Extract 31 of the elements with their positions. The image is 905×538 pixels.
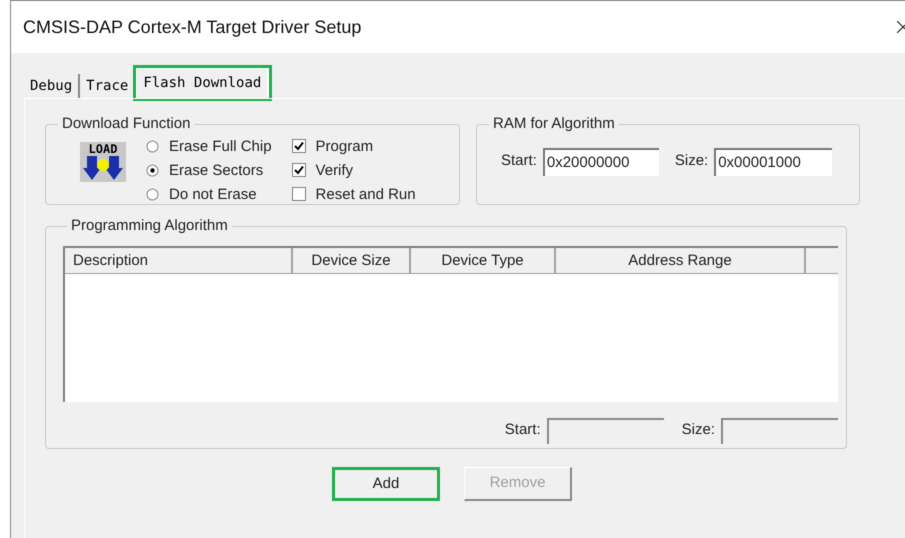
tab[interactable]: Flash Download: [136, 68, 270, 98]
radio-label[interactable]: Erase Full Chip: [169, 136, 272, 156]
checkbox-label[interactable]: Verify: [316, 160, 354, 180]
column-header[interactable]: Device Size: [293, 248, 411, 274]
field-label: Size:: [682, 420, 715, 440]
checkbox[interactable]: [292, 187, 306, 201]
checkbox[interactable]: [292, 139, 306, 153]
dialog-button[interactable]: Add: [332, 467, 440, 501]
radio-label[interactable]: Do not Erase: [169, 184, 257, 204]
group-title: Download Function: [61, 114, 192, 134]
window-title: CMSIS-DAP Cortex-M Target Driver Setup: [23, 16, 362, 39]
column-header[interactable]: Description: [65, 248, 293, 274]
radio-button[interactable]: [146, 188, 159, 200]
field-label: Start:: [504, 420, 541, 440]
input-field[interactable]: 0x00001000: [714, 148, 832, 176]
close-icon[interactable]: [897, 21, 905, 33]
input-field[interactable]: 0x20000000: [542, 148, 659, 176]
column-header[interactable]: Device Type: [411, 248, 556, 274]
radio-button[interactable]: [146, 140, 159, 152]
checkbox[interactable]: [292, 163, 306, 177]
column-header[interactable]: Address Range: [556, 248, 806, 274]
field-label: Size:: [674, 151, 708, 172]
group-title: RAM for Algorithm: [492, 114, 616, 134]
field-label: Start:: [501, 151, 537, 172]
load-icon: LOAD: [80, 142, 126, 182]
radio-button[interactable]: [146, 164, 159, 176]
checkbox-label[interactable]: Reset and Run: [316, 184, 416, 204]
tab[interactable]: Debug: [24, 74, 80, 98]
group-title: Programming Algorithm: [70, 216, 229, 236]
checkbox-label[interactable]: Program: [316, 136, 374, 156]
radio-label[interactable]: Erase Sectors: [169, 160, 264, 180]
